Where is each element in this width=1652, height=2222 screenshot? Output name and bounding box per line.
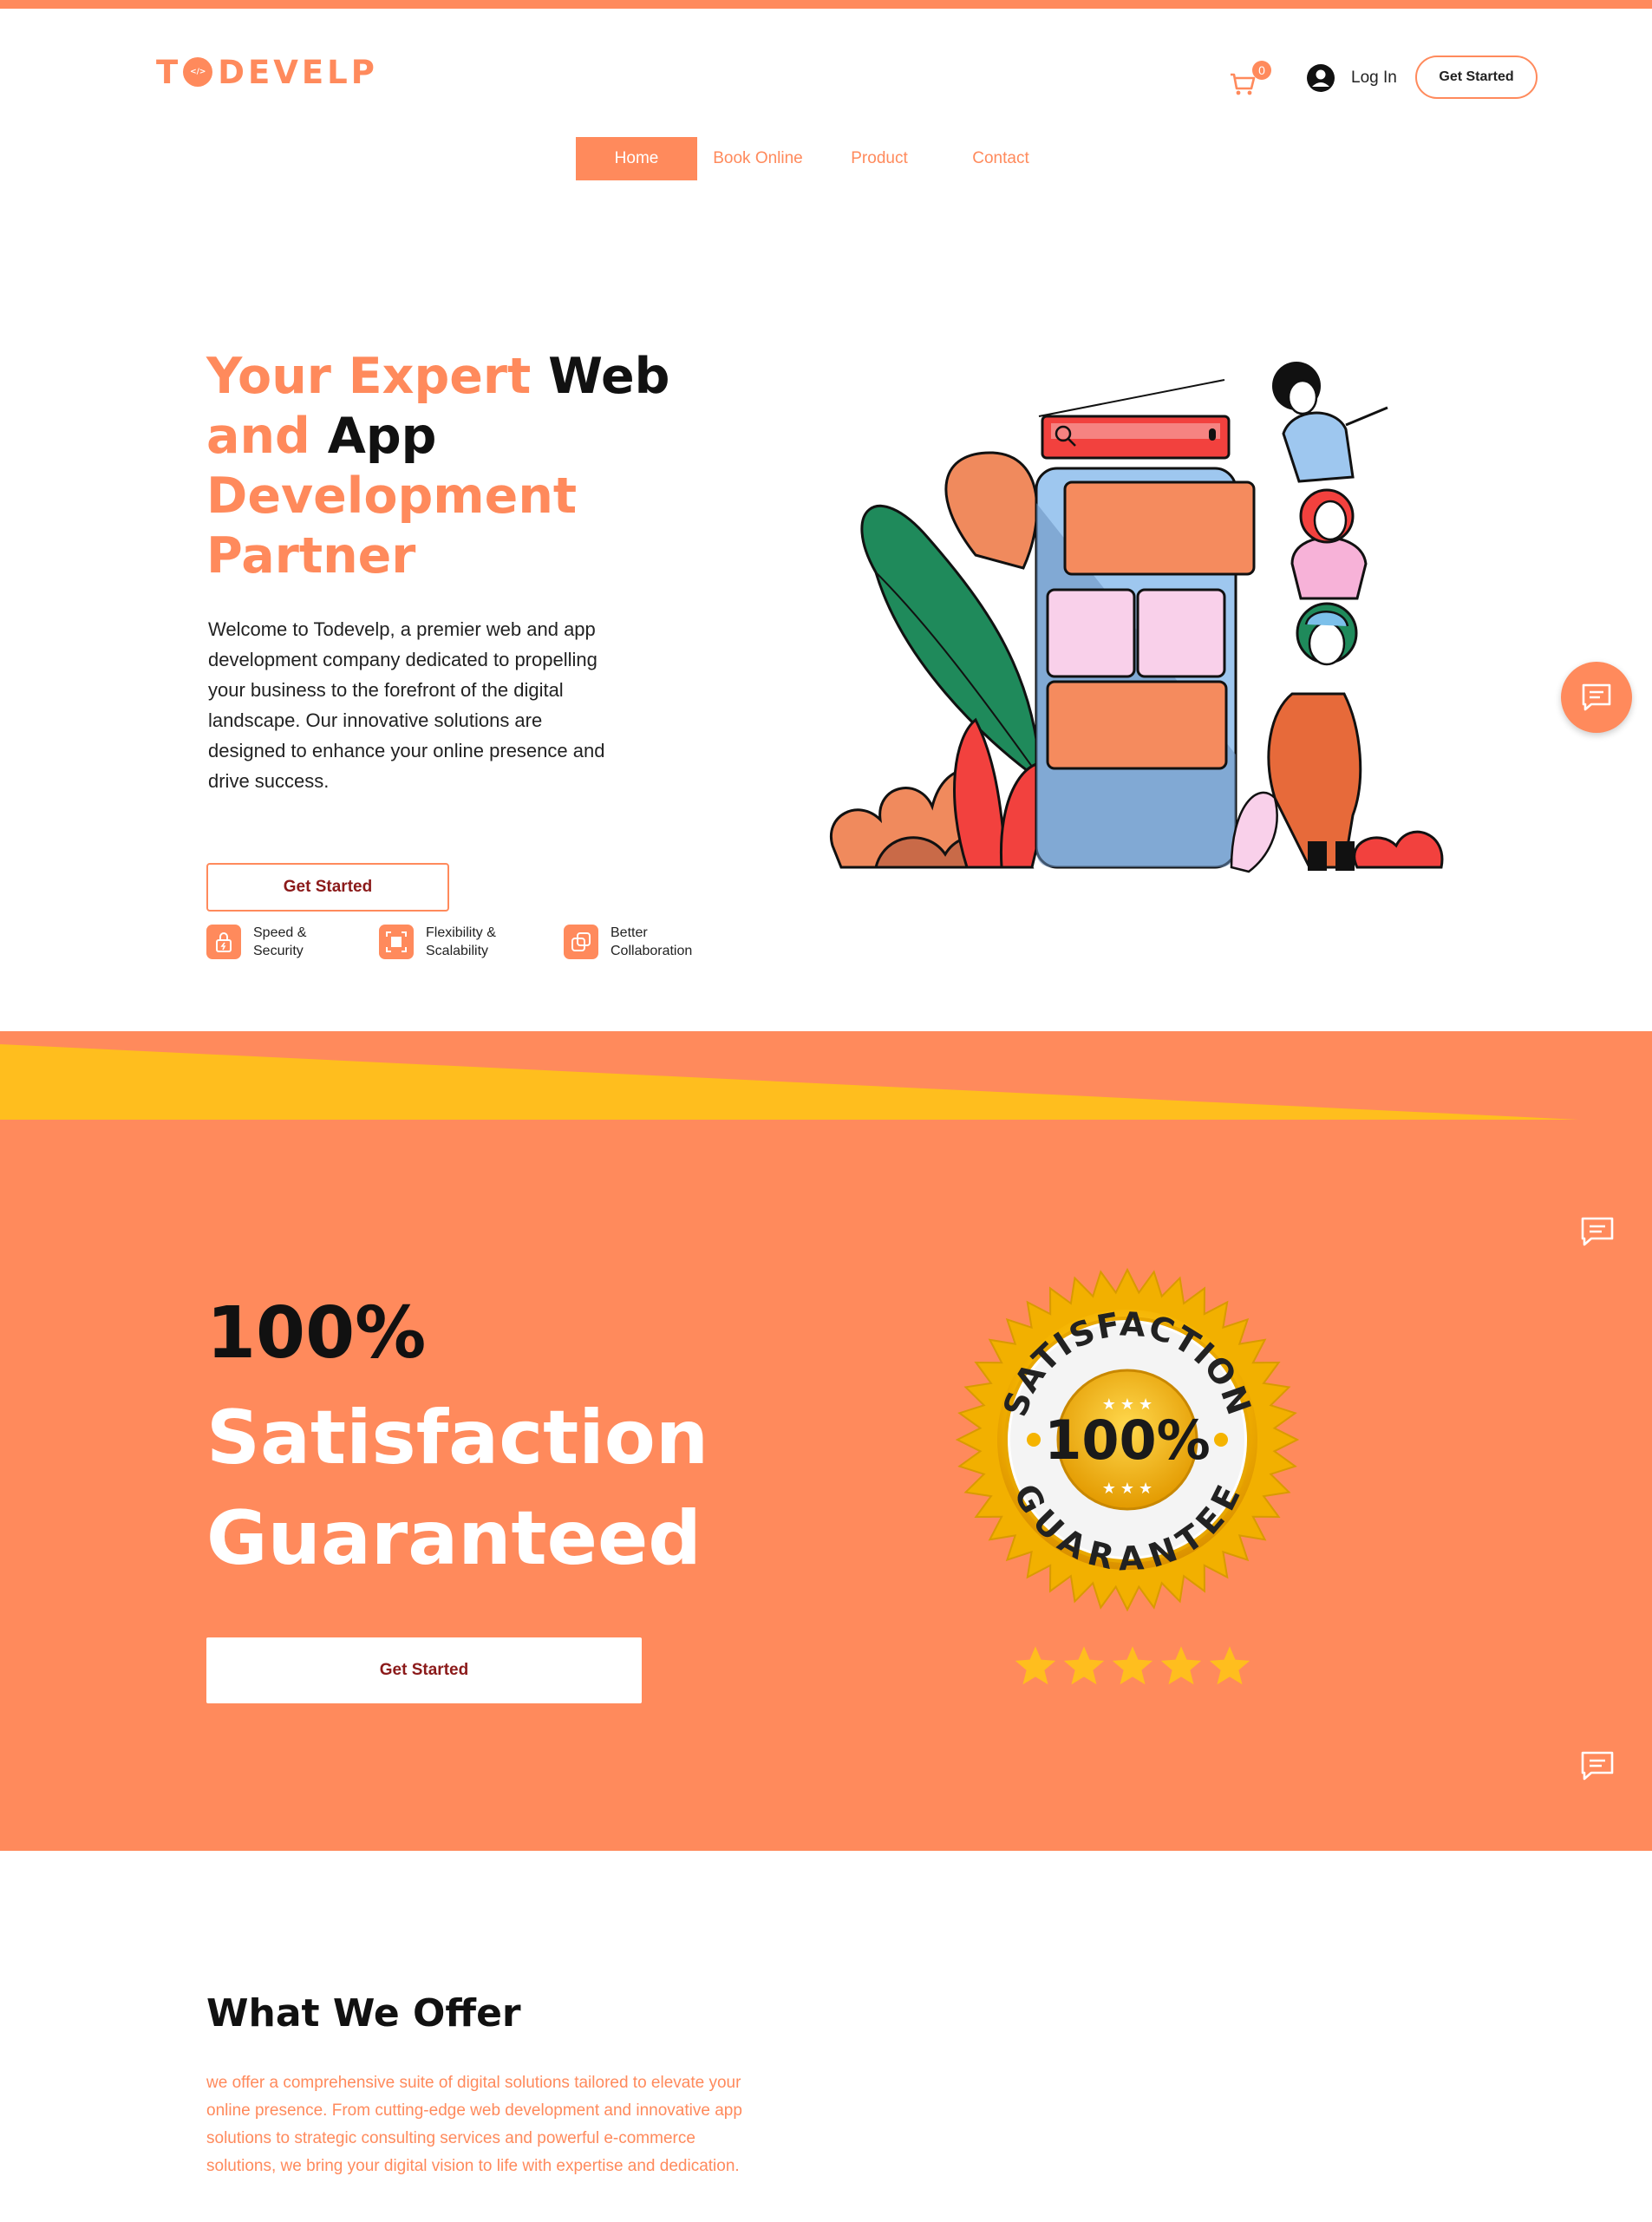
seal-star-row-top: ★ ★ ★	[1102, 1395, 1152, 1413]
chat-icon	[1581, 1751, 1614, 1781]
nav-item-home[interactable]: Home	[576, 137, 697, 180]
chat-button[interactable]	[1561, 662, 1632, 733]
hero-title: Your Expert Web and App Development Part…	[206, 347, 692, 586]
hero-get-started-button[interactable]: Get Started	[206, 863, 449, 912]
seal-center-text: 100%	[1044, 1408, 1211, 1472]
feature-label: Better Collaboration	[611, 925, 693, 958]
top-accent-strip	[0, 0, 1652, 9]
star-icon	[1112, 1646, 1153, 1685]
rating-stars	[1013, 1644, 1252, 1696]
satisfaction-percent: 100%	[206, 1292, 427, 1375]
brand-logo[interactable]: T </> DEVELP	[156, 50, 378, 94]
login-label: Log In	[1351, 69, 1397, 87]
seal-star-row-bottom: ★ ★ ★	[1102, 1480, 1152, 1497]
band-accent-wave	[0, 1044, 1578, 1120]
satisfaction-title-line: Satisfaction	[206, 1395, 709, 1481]
offer-text: we offer a comprehensive suite of digita…	[206, 2074, 742, 2175]
satisfaction-title: Satisfaction Guaranteed	[206, 1388, 727, 1589]
hero-title-part: Development	[206, 467, 578, 525]
feature-flexibility: Flexibility & Scalability	[379, 923, 530, 961]
satisfaction-title-line: Guaranteed	[206, 1495, 702, 1582]
logo-prefix: T	[156, 53, 182, 91]
login-button[interactable]: Log In	[1306, 62, 1397, 94]
chat-icon	[1582, 683, 1611, 711]
hero-intro-text: Welcome to Todevelp, a premier web and a…	[208, 618, 605, 792]
hero-title-part: Partner	[206, 527, 416, 585]
collaboration-icon	[564, 925, 598, 959]
feature-speed-security: Speed & Security	[206, 923, 357, 961]
offer-title: What We Offer	[206, 1991, 521, 2036]
nav-item-product[interactable]: Product	[819, 137, 940, 180]
chat-icon-button[interactable]	[1580, 1750, 1616, 1783]
feature-label: Flexibility & Scalability	[426, 925, 496, 958]
hero-title-part: and	[206, 408, 328, 465]
satisfaction-get-started-button[interactable]: Get Started	[206, 1637, 642, 1703]
main-nav: Home Book Online Product Contact	[576, 137, 1061, 180]
hero-title-part: Web	[548, 348, 670, 405]
satisfaction-guarantee-seal: SATISFACTION GUARANTEE 100% ★ ★ ★ ★ ★ ★	[955, 1267, 1300, 1612]
logo-suffix: DEVELP	[218, 53, 378, 91]
star-icon	[1015, 1646, 1056, 1685]
star-icon	[1063, 1646, 1105, 1685]
chat-icon	[1581, 1217, 1614, 1246]
star-icon	[1209, 1646, 1250, 1685]
nav-item-contact[interactable]: Contact	[940, 137, 1061, 180]
hero-illustration	[829, 362, 1444, 873]
header-get-started-button[interactable]: Get Started	[1415, 56, 1538, 99]
cart-button[interactable]: 0	[1228, 61, 1271, 95]
cart-count-badge: 0	[1252, 61, 1271, 80]
feature-collaboration: Better Collaboration	[564, 923, 715, 961]
hero-title-part: App	[327, 408, 437, 465]
hero-title-part: Your Expert	[206, 348, 549, 405]
code-icon: </>	[183, 57, 213, 87]
expand-icon	[379, 925, 414, 959]
star-icon	[1160, 1646, 1202, 1685]
chat-icon-button[interactable]	[1580, 1216, 1616, 1249]
user-avatar-icon	[1307, 64, 1335, 92]
feature-label: Speed & Security	[253, 925, 307, 958]
nav-item-book-online[interactable]: Book Online	[697, 137, 819, 180]
logo-mark-text: </>	[190, 68, 206, 76]
lock-icon	[206, 925, 241, 959]
